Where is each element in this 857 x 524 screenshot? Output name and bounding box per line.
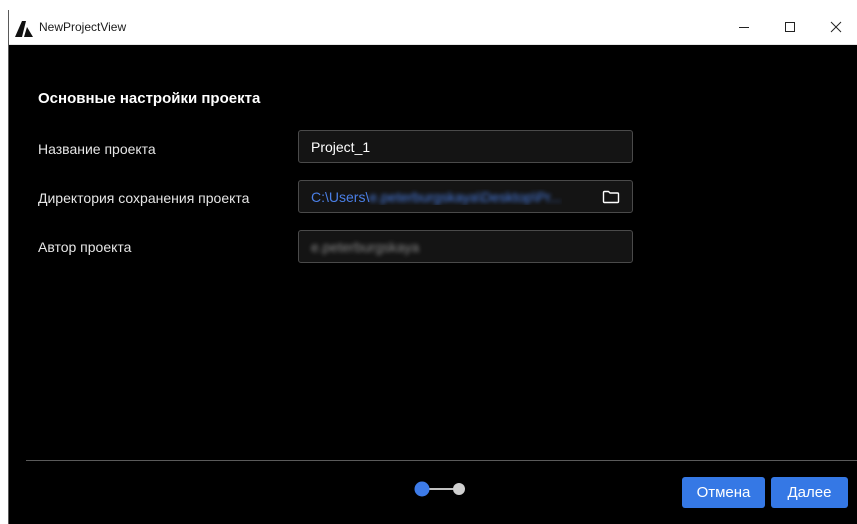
close-icon bbox=[830, 21, 842, 33]
save-directory-value: C:\Users\e.peterburgskaya\Desktop\Pr... bbox=[311, 189, 562, 205]
maximize-icon bbox=[785, 22, 795, 32]
step-dot-2 bbox=[453, 483, 465, 495]
save-directory-label: Директория сохранения проекта bbox=[38, 190, 250, 206]
title-bar: NewProjectView bbox=[9, 10, 857, 45]
save-directory-input[interactable]: C:\Users\e.peterburgskaya\Desktop\Pr... bbox=[298, 180, 633, 213]
step-dot-1 bbox=[414, 481, 430, 497]
app-logo-icon bbox=[15, 21, 33, 37]
project-name-label: Название проекта bbox=[38, 141, 156, 157]
browse-folder-button[interactable] bbox=[598, 187, 624, 207]
new-project-window: NewProjectView Основные настройки проект… bbox=[8, 10, 857, 524]
cancel-button[interactable]: Отмена bbox=[682, 477, 765, 508]
minimize-button[interactable] bbox=[721, 10, 767, 44]
folder-icon bbox=[602, 190, 620, 204]
save-directory-value-prefix: C:\Users\ bbox=[311, 188, 370, 205]
maximize-button[interactable] bbox=[767, 10, 813, 44]
footer-divider bbox=[26, 460, 857, 461]
step-indicator bbox=[414, 481, 465, 497]
save-directory-value-rest: e.peterburgskaya\Desktop\Pr... bbox=[369, 188, 562, 205]
next-button[interactable]: Далее bbox=[771, 477, 848, 508]
section-title: Основные настройки проекта bbox=[38, 90, 261, 107]
author-value: e.peterburgskaya bbox=[311, 238, 420, 255]
minimize-icon bbox=[739, 27, 749, 28]
author-label: Автор проекта bbox=[38, 239, 132, 255]
author-input[interactable]: e.peterburgskaya bbox=[298, 230, 633, 263]
project-name-value: Project_1 bbox=[311, 138, 371, 155]
window-title: NewProjectView bbox=[39, 20, 127, 34]
close-button[interactable] bbox=[813, 10, 857, 44]
project-name-input[interactable]: Project_1 bbox=[298, 130, 633, 163]
